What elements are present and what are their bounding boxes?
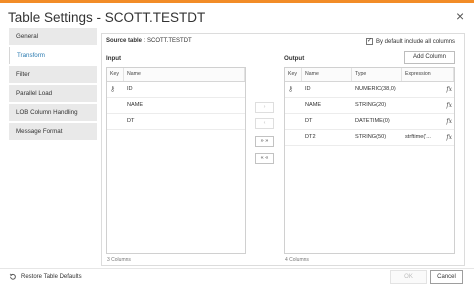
input-grid-header: Key Name: [107, 68, 245, 82]
key-icon: ⚷: [110, 86, 116, 93]
output-row-type: NUMERIC(38,0): [355, 86, 396, 92]
output-row-name: ID: [305, 86, 311, 92]
fx-icon[interactable]: fx: [446, 114, 452, 129]
restore-icon: [9, 273, 16, 280]
output-grid-header: Key Name Type Expression: [285, 68, 454, 82]
table-row[interactable]: NAME STRING(20) fx: [285, 98, 454, 114]
output-row-type: STRING(20): [355, 102, 387, 108]
restore-defaults-button[interactable]: Restore Table Defaults: [9, 273, 82, 281]
output-row-name: DT: [305, 118, 313, 124]
table-row[interactable]: DT2 STRING(50) strftime('... fx: [285, 130, 454, 146]
input-section-title: Input: [106, 55, 122, 62]
close-icon[interactable]: ×: [456, 8, 464, 24]
input-row-name: ID: [127, 86, 133, 92]
output-row-name: DT2: [305, 134, 316, 140]
table-row[interactable]: DT: [107, 114, 245, 130]
input-row-name: NAME: [127, 102, 144, 108]
table-row[interactable]: ⚷ ID NUMERIC(38,0) fx: [285, 82, 454, 98]
output-row-type: STRING(50): [355, 134, 387, 140]
source-table-value: SCOTT.TESTDT: [147, 38, 192, 44]
table-row[interactable]: NAME: [107, 98, 245, 114]
fx-icon[interactable]: fx: [446, 82, 452, 97]
source-table-label: Source table: [106, 38, 143, 44]
sidebar-item-parallel-load[interactable]: Parallel Load: [9, 85, 97, 102]
input-row-name: DT: [127, 118, 135, 124]
include-all-columns-option[interactable]: ✓ By default include all columns: [366, 38, 455, 45]
sidebar-item-transform[interactable]: Transform: [9, 47, 97, 64]
output-header-key: Key: [285, 68, 302, 81]
include-all-label: By default include all columns: [376, 38, 456, 45]
table-row[interactable]: DT DATETIME(0) fx: [285, 114, 454, 130]
include-all-checkbox[interactable]: ✓: [366, 38, 373, 45]
window-accent-bar: [0, 0, 474, 3]
output-column-count: 4 Columns: [285, 257, 309, 263]
key-icon: ⚷: [288, 86, 294, 93]
sidebar-item-filter[interactable]: Filter: [9, 66, 97, 83]
output-header-type: Type: [352, 68, 402, 81]
output-row-name: NAME: [305, 102, 322, 108]
output-section-title: Output: [284, 55, 305, 62]
sidebar: General Transform Filter Parallel Load L…: [9, 28, 97, 142]
output-row-expression: strftime('...: [405, 134, 431, 140]
output-grid: Key Name Type Expression ⚷ ID NUMERIC(38…: [284, 67, 455, 254]
sidebar-item-message-format[interactable]: Message Format: [9, 123, 97, 140]
add-column-button[interactable]: Add Column: [404, 51, 455, 64]
output-header-expression: Expression: [402, 68, 454, 81]
fx-icon[interactable]: fx: [446, 98, 452, 113]
input-header-name: Name: [124, 68, 245, 81]
output-header-name: Name: [302, 68, 352, 81]
source-table-info: Source table : SCOTT.TESTDT: [106, 38, 192, 44]
output-row-type: DATETIME(0): [355, 118, 390, 124]
move-right-button[interactable]: ›: [255, 102, 274, 113]
input-grid: Key Name ⚷ ID NAME DT: [106, 67, 246, 254]
input-header-key: Key: [107, 68, 124, 81]
move-all-right-button[interactable]: » »: [255, 136, 274, 147]
move-left-button[interactable]: ‹: [255, 118, 274, 129]
table-row[interactable]: ⚷ ID: [107, 82, 245, 98]
sidebar-item-lob-column-handling[interactable]: LOB Column Handling: [9, 104, 97, 121]
cancel-button[interactable]: Cancel: [430, 270, 463, 284]
dialog-title: Table Settings - SCOTT.TESTDT: [8, 10, 206, 25]
restore-defaults-label: Restore Table Defaults: [21, 274, 82, 280]
fx-icon[interactable]: fx: [446, 130, 452, 145]
input-column-count: 3 Columns: [107, 257, 131, 263]
move-all-left-button[interactable]: « «: [255, 153, 274, 164]
footer-divider: [0, 268, 474, 269]
sidebar-item-general[interactable]: General: [9, 28, 97, 45]
ok-button[interactable]: OK: [390, 270, 427, 284]
